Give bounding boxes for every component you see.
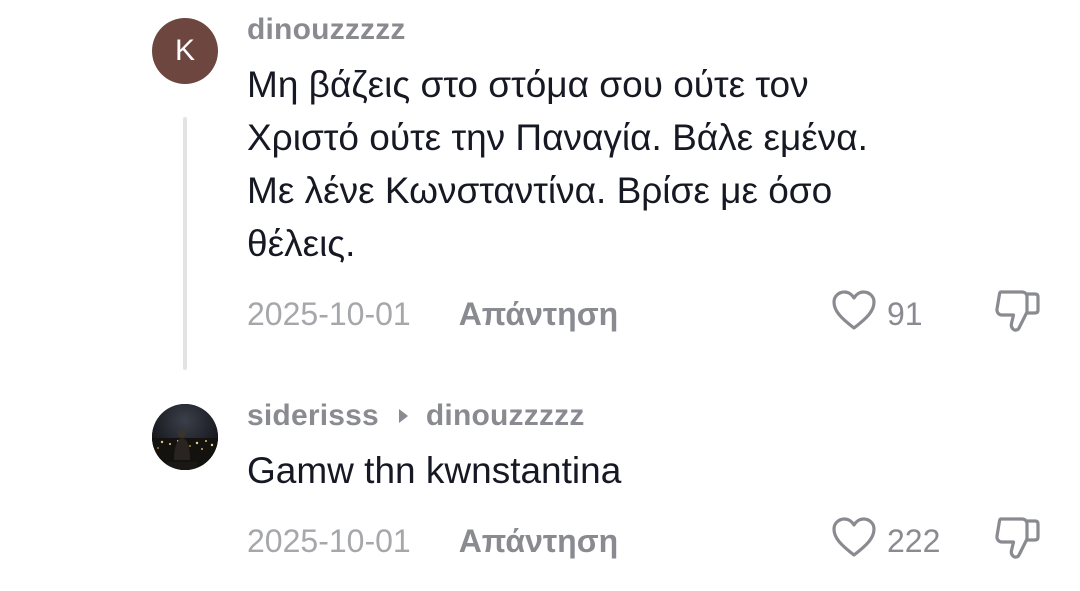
like-count: 91 [887,295,923,332]
dislike-button[interactable] [992,290,1042,338]
heart-outline-icon [831,289,877,339]
comment-date: 2025-10-01 [247,295,411,332]
comment-text: Μη βάζεις στο στόμα σου ούτε τον Χριστό … [247,58,1047,270]
comment-text-line: Gamw thn kwnstantina [247,450,622,491]
comment-meta-row: 2025-10-01 Απάντηση 222 [247,516,1047,566]
comment-text-line: Με λένε Κωνσταντίνα. Βρίσε με όσο [247,170,833,211]
comment-author-row: siderisss dinouzzzzz [247,398,585,434]
comment-text-line: Χριστό ούτε την Παναγία. Βάλε εμένα. [247,117,868,158]
like-button[interactable]: 222 [831,516,941,566]
thumbs-down-outline-icon [992,286,1042,342]
dislike-button[interactable] [992,517,1042,565]
comment-date: 2025-10-01 [247,522,411,559]
comment-text: Gamw thn kwnstantina [247,444,1047,497]
avatar-letter: K [174,34,195,67]
reply-button[interactable]: Απάντηση [459,296,618,333]
comment-text-line: θέλεις. [247,223,356,264]
comment-username[interactable]: dinouzzzzz [247,13,406,47]
comment-author-row: dinouzzzzz [247,12,406,48]
avatar[interactable] [152,404,218,470]
caret-right-icon [398,409,408,423]
heart-outline-icon [831,516,877,566]
comment-meta-row: 2025-10-01 Απάντηση 91 [247,289,1047,339]
avatar[interactable]: K [152,18,218,84]
avatar-photo [152,404,218,470]
thumbs-down-outline-icon [992,513,1042,569]
comment-username[interactable]: siderisss [247,399,379,433]
reply-button[interactable]: Απάντηση [459,523,618,560]
thread-line [183,117,187,370]
reply-to-username[interactable]: dinouzzzzz [426,399,585,433]
like-count: 222 [887,522,941,559]
comment-text-line: Μη βάζεις στο στόμα σου ούτε τον [247,64,809,105]
like-button[interactable]: 91 [831,289,923,339]
